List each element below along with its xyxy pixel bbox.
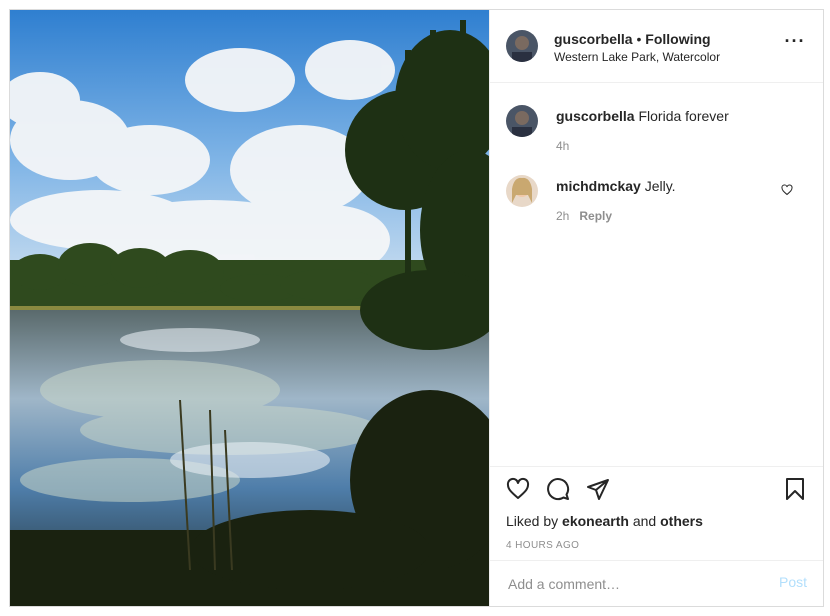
action-bar [490, 466, 823, 511]
post-header: guscorbella • Following Western Lake Par… [490, 10, 823, 83]
send-icon[interactable] [586, 477, 610, 506]
add-comment-input[interactable] [506, 575, 760, 593]
comment-username[interactable]: guscorbella [556, 108, 635, 124]
liked-by-user[interactable]: ekonearth [562, 513, 629, 529]
liked-by-others[interactable]: others [660, 513, 703, 529]
heart-icon[interactable] [506, 477, 530, 506]
more-horizontal-icon[interactable]: ··· [783, 32, 807, 54]
comment-username[interactable]: michdmckay [556, 178, 641, 194]
comment-like-heart-icon[interactable] [781, 183, 793, 201]
post-photo[interactable] [10, 10, 489, 606]
post-sidebar: guscorbella • Following Western Lake Par… [489, 10, 823, 606]
comment-body: Florida forever [634, 108, 729, 124]
following-status[interactable]: Following [645, 31, 710, 47]
reply-button[interactable]: Reply [579, 209, 612, 223]
likes-prefix: Liked by [506, 513, 563, 529]
commenter-avatar[interactable] [506, 175, 538, 207]
add-comment-bar: Post [490, 560, 823, 607]
comment-time[interactable]: 4h [556, 139, 569, 153]
comment-text: michdmckay Jelly. [556, 178, 676, 194]
post-location[interactable]: Western Lake Park, Watercolor [554, 50, 720, 64]
author-avatar[interactable] [506, 30, 538, 62]
comment-time[interactable]: 2h [556, 209, 569, 223]
comment-icon[interactable] [546, 477, 570, 506]
commenter-avatar[interactable] [506, 105, 538, 137]
comment-meta: 2h Reply [556, 209, 612, 223]
comment-body: Jelly. [640, 178, 676, 194]
author-line: guscorbella • Following [554, 31, 711, 47]
post-card: guscorbella • Following Western Lake Par… [9, 9, 824, 607]
likes-middle: and [628, 513, 661, 529]
comments-list: guscorbella Florida forever 4h michdmcka… [490, 83, 823, 466]
comment-meta: 4h [556, 139, 569, 153]
post-comment-button[interactable]: Post [779, 574, 807, 590]
author-username[interactable]: guscorbella [554, 31, 633, 47]
separator-dot: • [632, 31, 646, 47]
bookmark-icon[interactable] [783, 477, 807, 506]
likes-summary: Liked by ekonearth and others [506, 513, 703, 529]
lake-landscape-image [10, 10, 489, 606]
post-timestamp[interactable]: 4 HOURS AGO [506, 540, 579, 551]
comment-text: guscorbella Florida forever [556, 108, 729, 124]
